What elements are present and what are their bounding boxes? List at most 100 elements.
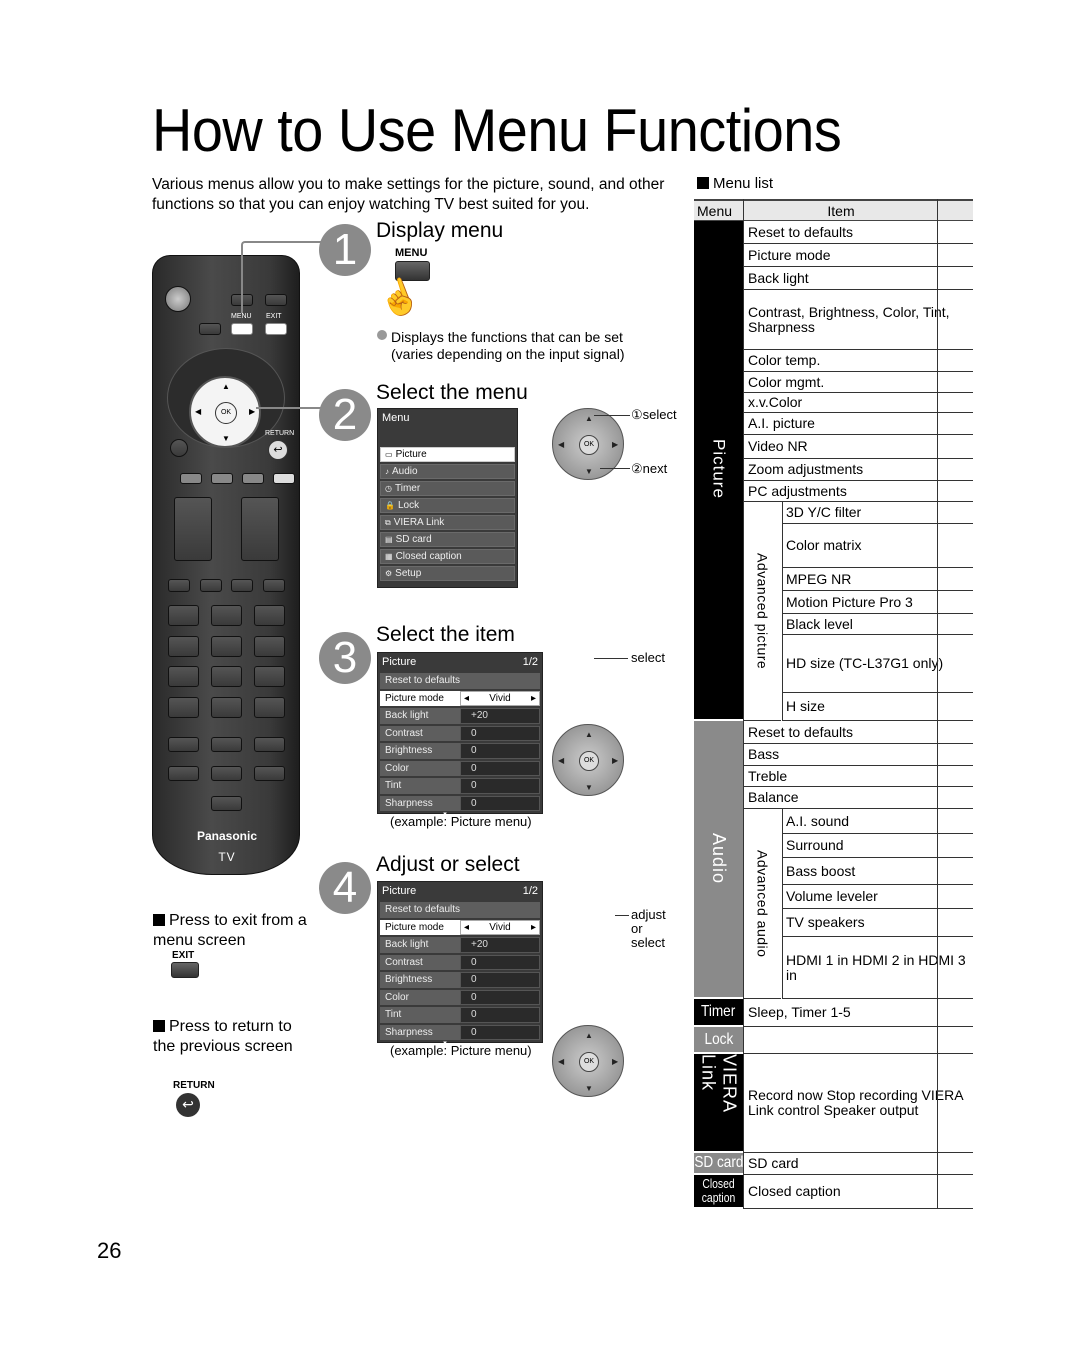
picture-menu-row[interactable]: Color 0 bbox=[380, 760, 540, 776]
item-label: A.I. sound bbox=[786, 812, 850, 829]
menu-category-timer: Timer bbox=[694, 999, 743, 1027]
left-arrow-icon: ◀ bbox=[558, 440, 565, 449]
up-arrow-icon: ▲ bbox=[222, 382, 230, 391]
picture-menu-row[interactable]: Sharpness 0 bbox=[380, 1024, 540, 1040]
power-button bbox=[165, 286, 191, 312]
ok-button[interactable]: OK bbox=[579, 435, 599, 455]
menu-item-label: Timer bbox=[394, 483, 421, 494]
menu-item-timer[interactable]: ◷ Timer bbox=[380, 481, 515, 496]
picture-menu-row[interactable]: Sharpness 0 bbox=[380, 795, 540, 811]
item-label: SD card bbox=[748, 1155, 799, 1171]
number-key bbox=[168, 605, 199, 626]
menu-category-label: Audio bbox=[709, 833, 729, 885]
menu-list-title: Menu list bbox=[713, 175, 774, 192]
picture-menu-row[interactable]: Tint 0 bbox=[380, 778, 540, 794]
number-key bbox=[211, 636, 242, 657]
item-label: Color mgmt. bbox=[748, 373, 825, 390]
right-arrow-icon: ▶ bbox=[612, 440, 619, 449]
dpad-label-line: or bbox=[631, 921, 643, 936]
up-arrow-icon: ▲ bbox=[585, 414, 593, 423]
picture-menu-row[interactable]: Color 0 bbox=[380, 989, 540, 1005]
picture-menu-row[interactable]: Reset to defaults bbox=[380, 673, 540, 689]
picture-menu-row[interactable]: Contrast 0 bbox=[380, 954, 540, 970]
menu-item-label: Lock bbox=[397, 500, 420, 511]
number-key bbox=[168, 697, 199, 718]
exit-key[interactable] bbox=[171, 962, 199, 978]
ok-button[interactable]: OK bbox=[579, 1052, 599, 1072]
menu-key bbox=[231, 323, 253, 335]
menu-item-sd-card[interactable]: ▤ SD card bbox=[380, 532, 515, 547]
table-row: Color temp. bbox=[744, 350, 973, 372]
dpad-select[interactable]: OK ▲ ▼ ◀ ▶ bbox=[552, 408, 624, 480]
item-label: Surround bbox=[786, 837, 844, 853]
dpad-label-select: ①select bbox=[631, 407, 677, 422]
row-label: Back light bbox=[380, 937, 460, 953]
left-arrow-icon: ◀ bbox=[558, 1057, 565, 1066]
table-row: Back light bbox=[744, 267, 973, 290]
menu-screen: Menu ▭ Picture ♪ Audio ◷ Timer 🔒 Lock ⧉ VIERA Lin… bbox=[377, 408, 518, 588]
remote-button bbox=[211, 766, 242, 781]
picture-menu-row[interactable]: Reset to defaults bbox=[380, 902, 540, 918]
table-row: Video NR bbox=[744, 435, 973, 459]
table-row: Volume leveler bbox=[782, 885, 973, 909]
picture-menu-row[interactable]: Brightness 0 bbox=[380, 972, 540, 988]
picture-menu-row[interactable]: Back light +20 bbox=[380, 708, 540, 724]
item-label: HD size (TC-L37G1 only) bbox=[786, 655, 944, 671]
row-value: 0 bbox=[460, 989, 540, 1005]
row-label: Brightness bbox=[380, 743, 460, 759]
row-label: Sharpness bbox=[380, 795, 460, 811]
return-icon[interactable]: ↩ bbox=[176, 1093, 200, 1117]
header-item: Item bbox=[827, 203, 855, 219]
return-key-label: RETURN bbox=[265, 430, 295, 437]
menu-item-audio[interactable]: ♪ Audio bbox=[380, 464, 515, 479]
remote-button bbox=[231, 579, 253, 592]
item-label: x.v.Color bbox=[748, 394, 803, 410]
row-value-text: Vivid bbox=[489, 692, 511, 704]
picture-menu-header: Picture 1/2 bbox=[378, 653, 542, 671]
menu-category-label: VIERA Link bbox=[698, 1054, 740, 1113]
dpad-select[interactable]: OK ▲ ▼ ◀ ▶ bbox=[552, 724, 624, 796]
picture-menu-row[interactable]: Brightness 0 bbox=[380, 743, 540, 759]
up-arrow-icon: ▲ bbox=[585, 730, 593, 739]
remote-button bbox=[168, 579, 190, 592]
right-arrow-icon[interactable]: ▸ bbox=[531, 921, 536, 935]
ok-button[interactable]: OK bbox=[579, 751, 599, 771]
table-row: x.v.Color bbox=[744, 393, 973, 413]
connector-line bbox=[594, 658, 628, 659]
menu-item-closed-caption[interactable]: ▦ Closed caption bbox=[380, 549, 515, 564]
dpad-adjust[interactable]: OK ▲ ▼ ◀ ▶ bbox=[552, 1025, 624, 1097]
left-arrow-icon[interactable]: ◂ bbox=[464, 921, 469, 935]
menu-screen-title: Picture bbox=[382, 885, 417, 897]
picture-menu-row[interactable]: Tint 0 bbox=[380, 1007, 540, 1023]
row-label: Sharpness bbox=[380, 1024, 460, 1040]
picture-menu-row[interactable]: Picture mode ◂ Vivid ▸ bbox=[380, 919, 540, 935]
picture-menu-row[interactable]: Contrast 0 bbox=[380, 725, 540, 741]
menu-item-setup[interactable]: ⚙ Setup bbox=[380, 566, 515, 581]
item-label: Contrast, Brightness, Color, Tint, Sharp… bbox=[748, 303, 950, 335]
item-label: H size bbox=[786, 698, 825, 714]
row-value: 0 bbox=[460, 1024, 540, 1040]
connector-line bbox=[256, 407, 322, 409]
left-arrow-icon[interactable]: ◂ bbox=[464, 692, 469, 706]
color-key bbox=[211, 473, 233, 484]
row-label: Reset to defaults bbox=[380, 673, 540, 689]
remote-button bbox=[263, 579, 285, 592]
row-value: 0 bbox=[460, 725, 540, 741]
right-arrow-icon[interactable]: ▸ bbox=[531, 692, 536, 706]
table-row: Motion Picture Pro 3 bbox=[782, 591, 973, 614]
row-value: 0 bbox=[460, 795, 540, 811]
menu-category-sd-card: SD card bbox=[694, 1153, 743, 1175]
picture-menu-row[interactable]: Back light +20 bbox=[380, 937, 540, 953]
menu-category-audio: Audio bbox=[694, 721, 743, 999]
number-key bbox=[168, 666, 199, 687]
channel-key bbox=[241, 497, 279, 561]
picture-menu-row[interactable]: Picture mode ◂ Vivid ▸ bbox=[380, 690, 540, 706]
menu-item-lock[interactable]: 🔒 Lock bbox=[380, 498, 515, 513]
row-label: Picture mode bbox=[380, 919, 460, 935]
number-key bbox=[211, 605, 242, 626]
menu-item-picture[interactable]: ▭ Picture bbox=[380, 447, 515, 462]
menu-item-viera-link[interactable]: ⧉ VIERA Link bbox=[380, 515, 515, 530]
table-row: A.I. sound bbox=[782, 809, 973, 834]
table-row: Treble bbox=[744, 766, 973, 787]
picture-menu-rows: Reset to defaults Picture mode ◂ Vivid ▸ Back… bbox=[378, 673, 542, 818]
